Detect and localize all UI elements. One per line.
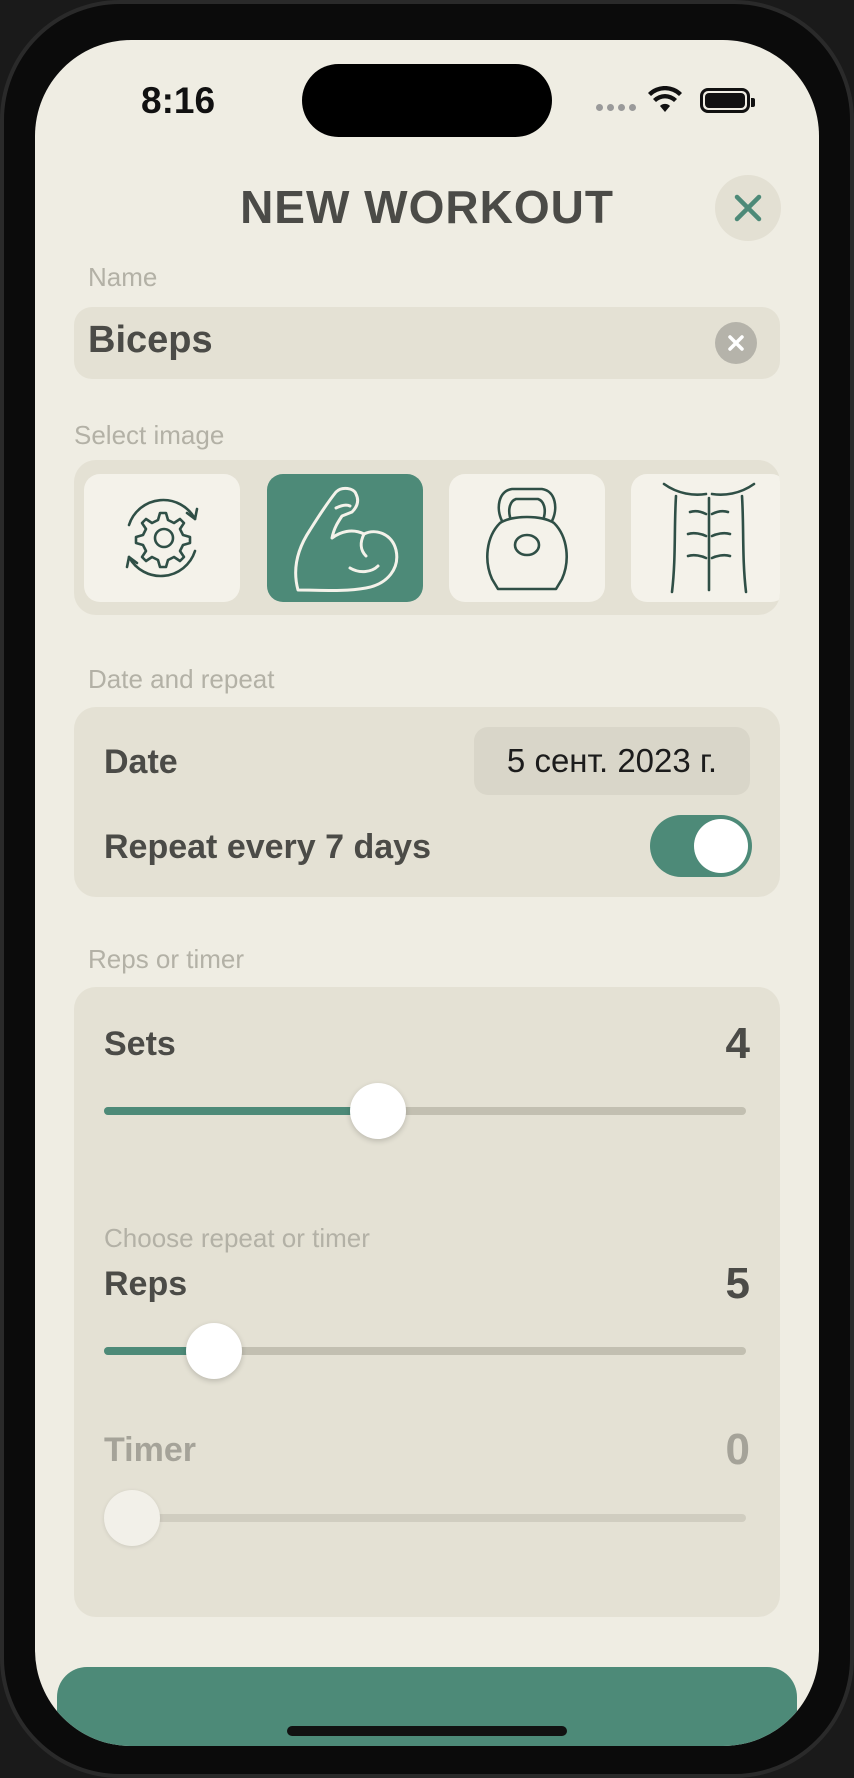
gear-refresh-icon — [125, 498, 199, 578]
date-section-label: Date and repeat — [88, 664, 275, 694]
choose-repeat-label: Choose repeat or timer — [104, 1223, 370, 1253]
image-option-abs[interactable] — [631, 474, 780, 602]
reps-slider[interactable] — [104, 1323, 746, 1379]
image-option-gear[interactable] — [84, 474, 240, 602]
date-label: Date — [104, 743, 178, 781]
reps-slider-fill — [104, 1347, 194, 1355]
timer-slider[interactable] — [104, 1490, 746, 1546]
home-indicator — [287, 1726, 567, 1736]
clear-icon — [728, 335, 744, 351]
sets-value: 4 — [725, 1019, 750, 1068]
clear-name-button[interactable] — [715, 322, 757, 364]
app-screen: 8:16 NEW WORKOUT Name Biceps Select imag… — [35, 40, 819, 1746]
flexed-biceps-icon — [294, 486, 399, 592]
close-icon — [734, 194, 762, 222]
cellular-signal-icon — [596, 104, 636, 111]
reps-label: Reps — [104, 1265, 188, 1303]
image-selector — [74, 460, 780, 615]
timer-label: Timer — [104, 1431, 196, 1469]
name-input[interactable]: Biceps — [74, 307, 780, 379]
dynamic-island — [302, 64, 552, 137]
page-title: NEW WORKOUT — [240, 181, 614, 233]
image-option-biceps[interactable] — [267, 474, 423, 602]
toggle-knob — [694, 819, 748, 873]
kettlebell-icon — [486, 487, 568, 590]
timer-slider-thumb[interactable] — [104, 1490, 160, 1546]
sets-slider[interactable] — [104, 1083, 746, 1139]
reps-section-label: Reps or timer — [88, 944, 245, 974]
date-picker-button[interactable]: 5 сент. 2023 г. — [474, 727, 750, 795]
phone-frame: 8:16 NEW WORKOUT Name Biceps Select imag… — [0, 0, 854, 1778]
sets-slider-fill — [104, 1107, 374, 1115]
abs-torso-icon — [662, 482, 756, 594]
name-input-value[interactable]: Biceps — [88, 319, 213, 362]
image-option-kettlebell[interactable] — [449, 474, 605, 602]
close-button[interactable] — [715, 175, 781, 241]
sets-label: Sets — [104, 1025, 176, 1063]
name-section-label: Name — [88, 262, 158, 292]
wifi-icon — [648, 86, 682, 112]
repeat-toggle[interactable] — [650, 815, 752, 877]
date-repeat-card: Date 5 сент. 2023 г. Repeat every 7 days — [74, 707, 780, 897]
image-section-label: Select image — [74, 420, 225, 450]
status-time: 8:16 — [141, 80, 216, 121]
reps-value: 5 — [725, 1259, 750, 1308]
battery-icon — [700, 88, 755, 113]
reps-slider-thumb[interactable] — [186, 1323, 243, 1379]
timer-value: 0 — [725, 1425, 750, 1474]
sets-slider-thumb[interactable] — [350, 1083, 407, 1139]
repeat-label: Repeat every 7 days — [104, 828, 431, 866]
reps-timer-card: Sets 4 Choose repeat or timer Reps 5 Tim… — [74, 987, 780, 1617]
